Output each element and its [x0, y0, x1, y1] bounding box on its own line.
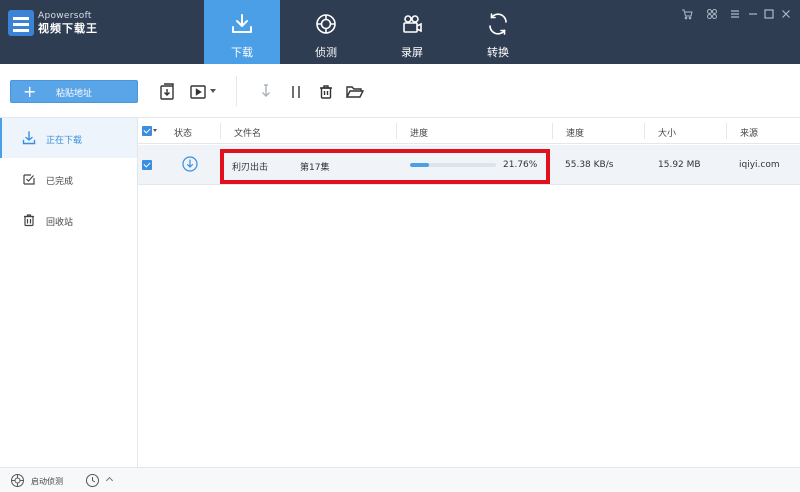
completed-icon [23, 174, 35, 185]
maximize-icon[interactable] [762, 8, 776, 22]
file-source: iqiyi.com [739, 160, 780, 170]
sidebar-item-label: 回收站 [46, 218, 74, 228]
tab-download-label: 下载 [231, 46, 253, 59]
brand-name-en: Apowersoft [38, 11, 92, 21]
open-folder-icon[interactable] [345, 82, 365, 102]
sidebar-item-downloading[interactable]: 正在下载 [0, 118, 137, 158]
column-status[interactable]: 状态 [174, 126, 192, 139]
highlight-box [220, 149, 550, 184]
menu-icon[interactable] [728, 8, 742, 22]
start-detect-label[interactable]: 启动侦测 [31, 476, 63, 487]
tab-record-label: 录屏 [401, 46, 423, 59]
sidebar-item-label: 正在下载 [46, 136, 83, 146]
column-divider [396, 123, 397, 139]
clock-icon[interactable] [85, 473, 100, 488]
brand: Apowersoft 视频下载王 [38, 11, 98, 36]
tab-detect[interactable]: 侦测 [288, 0, 364, 64]
record-icon [403, 15, 422, 33]
tab-record[interactable]: 录屏 [374, 0, 450, 64]
column-source[interactable]: 来源 [740, 126, 758, 139]
column-size[interactable]: 大小 [658, 126, 676, 139]
tab-convert-label: 转换 [487, 46, 509, 59]
toolbar: + 粘贴地址 [0, 64, 800, 118]
delete-icon[interactable] [316, 82, 336, 102]
trash-icon [24, 214, 34, 227]
column-filename[interactable]: 文件名 [234, 126, 261, 139]
sidebar: 正在下载 已完成 回收站 [0, 118, 138, 467]
table-header: 状态 文件名 进度 速度 大小 来源 [138, 118, 800, 144]
close-icon[interactable] [779, 8, 793, 22]
column-divider [220, 123, 221, 139]
chevron-up-icon[interactable] [105, 476, 114, 485]
title-bar: Apowersoft 视频下载王 下载 侦测 录屏 转换 [0, 0, 800, 64]
toolbar-divider [236, 76, 237, 106]
tab-detect-label: 侦测 [315, 46, 337, 59]
sidebar-item-label: 已完成 [46, 177, 74, 187]
sidebar-item-trash[interactable]: 回收站 [0, 200, 137, 240]
sidebar-item-completed[interactable]: 已完成 [0, 159, 137, 199]
download-speed: 55.38 KB/s [565, 160, 614, 170]
settings-icon[interactable] [705, 8, 719, 22]
select-all-checkbox[interactable] [142, 126, 152, 136]
paste-url-button[interactable]: + 粘贴地址 [10, 80, 138, 103]
paste-url-label: 粘贴地址 [55, 89, 92, 99]
tab-download[interactable]: 下载 [204, 0, 280, 64]
download-icon [232, 14, 252, 33]
import-icon[interactable] [157, 82, 177, 102]
column-divider [552, 123, 553, 139]
convert-icon [489, 13, 507, 35]
tab-convert[interactable]: 转换 [460, 0, 536, 64]
chevron-down-icon[interactable] [153, 129, 157, 132]
column-speed[interactable]: 速度 [566, 126, 584, 139]
cart-icon[interactable] [680, 8, 694, 22]
video-menu-icon[interactable] [188, 82, 208, 102]
column-divider [644, 123, 645, 139]
app-logo-icon [8, 10, 34, 36]
download-icon [22, 131, 36, 145]
pause-icon[interactable] [286, 82, 306, 102]
column-progress[interactable]: 进度 [410, 126, 428, 139]
row-checkbox[interactable] [142, 160, 152, 170]
detect-icon [316, 14, 336, 34]
detect-toggle-icon[interactable] [10, 473, 25, 488]
status-bar: 启动侦测 [0, 467, 800, 492]
start-download-icon[interactable] [256, 82, 276, 102]
file-size: 15.92 MB [658, 160, 701, 170]
minimize-icon[interactable] [746, 8, 760, 22]
column-divider [726, 123, 727, 139]
chevron-down-icon[interactable] [210, 89, 216, 93]
brand-name-cn: 视频下载王 [38, 22, 98, 35]
downloading-status-icon [182, 156, 198, 172]
